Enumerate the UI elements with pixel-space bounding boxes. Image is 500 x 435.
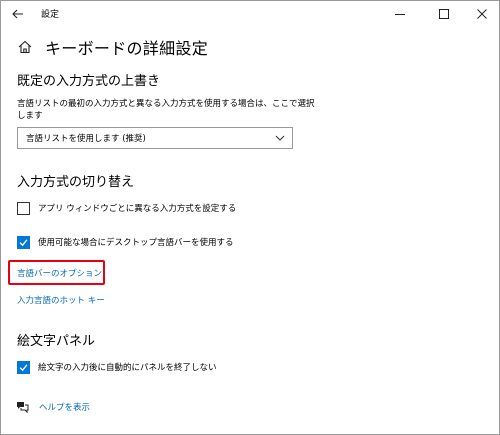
desktop-langbar-label: 使用可能な場合にデスクトップ言語バーを使用する — [38, 238, 234, 248]
help-row[interactable]: ヘルプを表示 — [15, 400, 90, 414]
section-title-switching: 入力方式の切り替え — [17, 175, 135, 190]
close-icon — [477, 9, 487, 19]
section-title-input-override: 既定の入力方式の上書き — [17, 74, 161, 89]
page-title: キーボードの詳細設定 — [45, 39, 209, 58]
per-app-input-label: アプリ ウィンドウごとに異なる入力方式を設定する — [38, 204, 237, 214]
page-header: キーボードの詳細設定 — [17, 34, 208, 60]
section-title-emoji-panel: 絵文字パネル — [17, 334, 96, 349]
input-language-hotkeys-link[interactable]: 入力言語のホット キー — [17, 294, 105, 306]
maximize-icon — [439, 9, 449, 19]
dropdown-selected-value: 言語リストを使用します (推奨) — [26, 134, 146, 144]
per-app-input-checkbox-row[interactable]: アプリ ウィンドウごとに異なる入力方式を設定する — [17, 200, 236, 216]
checkmark-icon — [19, 363, 28, 371]
back-button[interactable] — [5, 3, 31, 25]
minimize-icon — [395, 14, 405, 15]
per-app-input-checkbox[interactable] — [17, 201, 30, 215]
emoji-panel-label: 絵文字の入力後に自動的にパネルを終了しない — [38, 363, 217, 373]
close-button[interactable] — [467, 3, 497, 25]
chat-help-icon — [17, 402, 29, 414]
input-method-dropdown[interactable]: 言語リストを使用します (推奨) — [17, 127, 293, 149]
arrow-left-icon — [12, 9, 23, 19]
home-icon[interactable] — [17, 39, 33, 55]
title-bar: 設定 — [1, 1, 499, 27]
maximize-button[interactable] — [429, 3, 459, 25]
desktop-langbar-checkbox[interactable] — [17, 235, 30, 249]
help-link[interactable]: ヘルプを表示 — [39, 401, 90, 413]
highlight-box — [8, 260, 105, 285]
window-title: 設定 — [41, 10, 60, 20]
settings-window: 設定 キーボードの詳細設定 既定の入力方式の上書き 言語リストの最初の入力方式と… — [0, 0, 500, 435]
checkmark-icon — [19, 238, 28, 246]
input-override-description: 言語リストの最初の入力方式と異なる入力方式を使用する場合は、ここで選択します — [17, 99, 315, 121]
emoji-panel-checkbox-row[interactable]: 絵文字の入力後に自動的にパネルを終了しない — [17, 359, 217, 375]
chevron-down-icon — [275, 135, 285, 141]
minimize-button[interactable] — [385, 3, 415, 25]
emoji-panel-checkbox[interactable] — [17, 360, 30, 374]
desktop-langbar-checkbox-row[interactable]: 使用可能な場合にデスクトップ言語バーを使用する — [17, 234, 234, 250]
